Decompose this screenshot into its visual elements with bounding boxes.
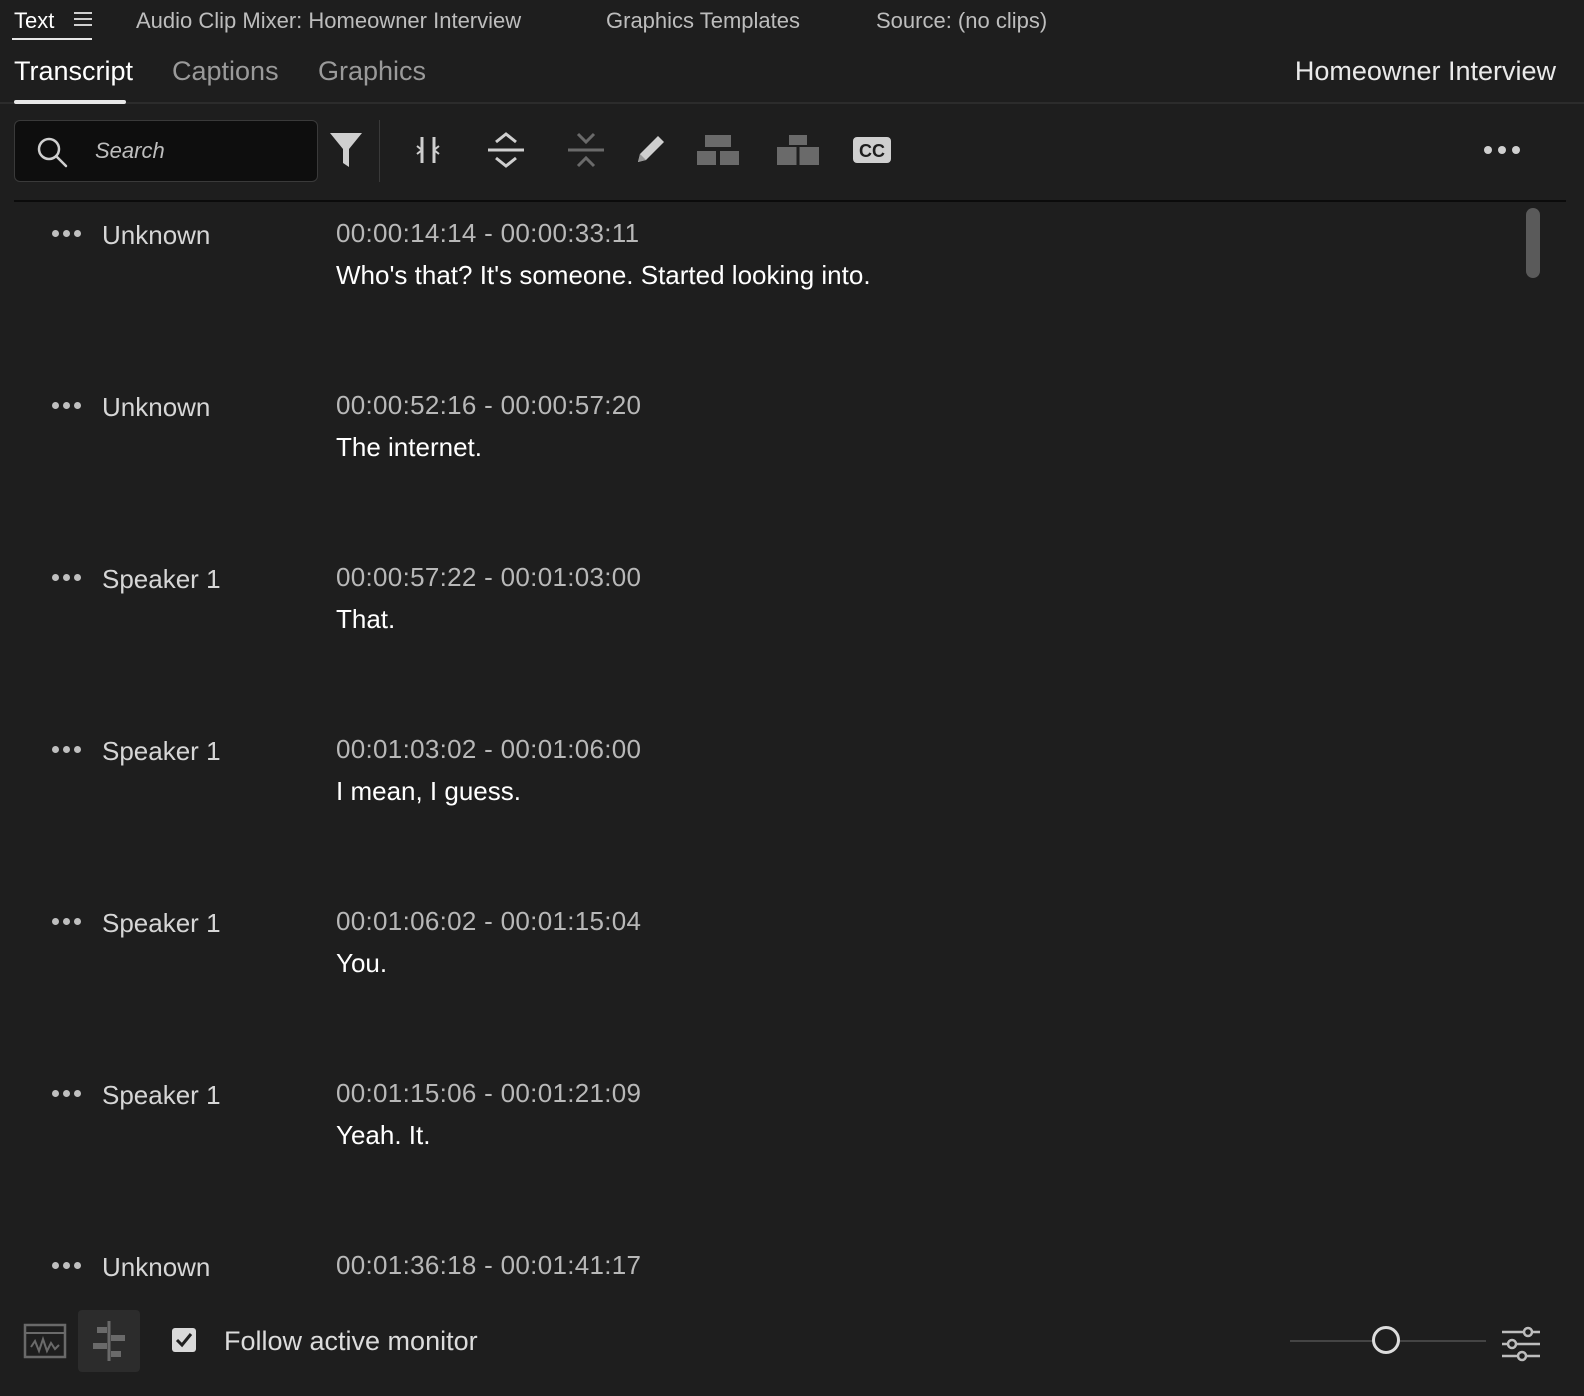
row-more-icon[interactable] (52, 1090, 88, 1102)
merge-icon (697, 135, 739, 165)
tab-graphics[interactable]: Graphics (318, 56, 426, 87)
edit-button[interactable] (626, 128, 674, 172)
transcript-row: Speaker 1 00:01:15:06 - 00:01:21:09 Yeah… (14, 1062, 1514, 1234)
transcript-text[interactable]: Yeah. It. (336, 1120, 430, 1151)
search-box (14, 120, 318, 182)
tab-transcript[interactable]: Transcript (14, 56, 133, 87)
more-horizontal-icon (1484, 146, 1520, 154)
panel-tab-bar: Text Audio Clip Mixer: Homeowner Intervi… (0, 0, 1584, 42)
timecode-range: 00:01:36:18 - 00:01:41:17 (336, 1250, 642, 1280)
speaker-label[interactable]: Unknown (102, 220, 210, 251)
transcript-footer: Follow active monitor (0, 1300, 1584, 1396)
pencil-icon (638, 136, 664, 162)
split-segment-button[interactable] (404, 128, 452, 172)
transcript-text[interactable]: Who's that? It's someone. Started lookin… (336, 260, 871, 291)
zoom-slider-thumb[interactable] (1372, 1326, 1400, 1354)
vertical-scrollbar[interactable] (1526, 208, 1540, 278)
transcript-row: Speaker 1 00:01:06:02 - 00:01:15:04 You. (14, 890, 1514, 1062)
collapse-segments-button[interactable] (562, 128, 610, 172)
panel-tab-text[interactable]: Text (14, 8, 54, 34)
transcript-row: Speaker 1 00:00:57:22 - 00:01:03:00 That… (14, 546, 1514, 718)
transcript-row: Speaker 1 00:01:03:02 - 00:01:06:00 I me… (14, 718, 1514, 890)
follow-monitor-checkbox[interactable] (172, 1328, 196, 1352)
transcript-row: Unknown 00:01:36:18 - 00:01:41:17 (14, 1234, 1514, 1292)
split-caption-button[interactable] (774, 128, 822, 172)
collapse-vertical-icon (568, 132, 604, 168)
transcript-text[interactable]: That. (336, 604, 395, 635)
transcript-text[interactable]: The internet. (336, 432, 482, 463)
settings-sliders-icon[interactable] (1500, 1324, 1542, 1364)
speaker-label[interactable]: Unknown (102, 392, 210, 423)
tab-captions[interactable]: Captions (172, 56, 279, 87)
more-options-button[interactable] (1478, 128, 1526, 172)
speaker-label[interactable]: Speaker 1 (102, 1080, 221, 1111)
expand-segments-button[interactable] (482, 128, 530, 172)
sequence-title: Homeowner Interview (1294, 56, 1556, 86)
transcript-text[interactable]: I mean, I guess. (336, 776, 521, 807)
active-tab-underline (14, 100, 126, 104)
follow-monitor-label: Follow active monitor (224, 1326, 478, 1356)
expand-vertical-icon (488, 132, 524, 168)
panel-tab-audio-clip-mixer[interactable]: Audio Clip Mixer: Homeowner Interview (136, 8, 521, 34)
speaker-label[interactable]: Unknown (102, 1252, 210, 1283)
timeline-view-button[interactable] (78, 1310, 140, 1372)
transcript-toolbar: CC (14, 118, 1566, 202)
split-icon (416, 137, 440, 163)
search-icon (37, 137, 68, 168)
transcript-list: Unknown 00:00:14:14 - 00:00:33:11 Who's … (14, 202, 1534, 1292)
speaker-label[interactable]: Speaker 1 (102, 564, 221, 595)
timecode-range: 00:00:57:22 - 00:01:03:00 (336, 562, 642, 592)
panel-tab-source[interactable]: Source: (no clips) (876, 8, 1047, 34)
search-input[interactable] (93, 129, 307, 173)
hamburger-menu-icon[interactable] (74, 12, 92, 28)
film-waveform-icon (23, 1323, 67, 1359)
speaker-label[interactable]: Speaker 1 (102, 908, 221, 939)
speaker-label[interactable]: Speaker 1 (102, 736, 221, 767)
row-more-icon[interactable] (52, 574, 88, 586)
text-subtab-bar: Transcript Captions Graphics Homeowner I… (0, 48, 1584, 104)
timecode-range: 00:01:03:02 - 00:01:06:00 (336, 734, 642, 764)
timecode-range: 00:00:14:14 - 00:00:33:11 (336, 218, 640, 248)
timeline-align-icon (93, 1321, 125, 1361)
svg-text:CC: CC (859, 141, 885, 161)
row-more-icon[interactable] (52, 230, 88, 242)
cc-icon: CC (853, 137, 891, 163)
active-panel-underline (12, 38, 92, 40)
timecode-range: 00:00:52:16 - 00:00:57:20 (336, 390, 642, 420)
filter-button[interactable] (322, 128, 370, 172)
row-more-icon[interactable] (52, 1262, 88, 1274)
row-more-icon[interactable] (52, 402, 88, 414)
row-more-icon[interactable] (52, 918, 88, 930)
transcript-row: Unknown 00:00:52:16 - 00:00:57:20 The in… (14, 374, 1514, 546)
row-more-icon[interactable] (52, 746, 88, 758)
merge-segments-button[interactable] (694, 128, 742, 172)
panel-tab-graphics-templates[interactable]: Graphics Templates (606, 8, 800, 34)
checkmark-icon (175, 1333, 193, 1348)
create-captions-button[interactable]: CC (848, 128, 896, 172)
toolbar-divider (379, 120, 380, 182)
split-caption-icon (777, 135, 819, 165)
sequence-view-button[interactable] (14, 1310, 76, 1372)
filter-icon (330, 133, 362, 167)
transcript-row: Unknown 00:00:14:14 - 00:00:33:11 Who's … (14, 202, 1514, 374)
timecode-range: 00:01:06:02 - 00:01:15:04 (336, 906, 642, 936)
timecode-range: 00:01:15:06 - 00:01:21:09 (336, 1078, 642, 1108)
transcript-text[interactable]: You. (336, 948, 387, 979)
